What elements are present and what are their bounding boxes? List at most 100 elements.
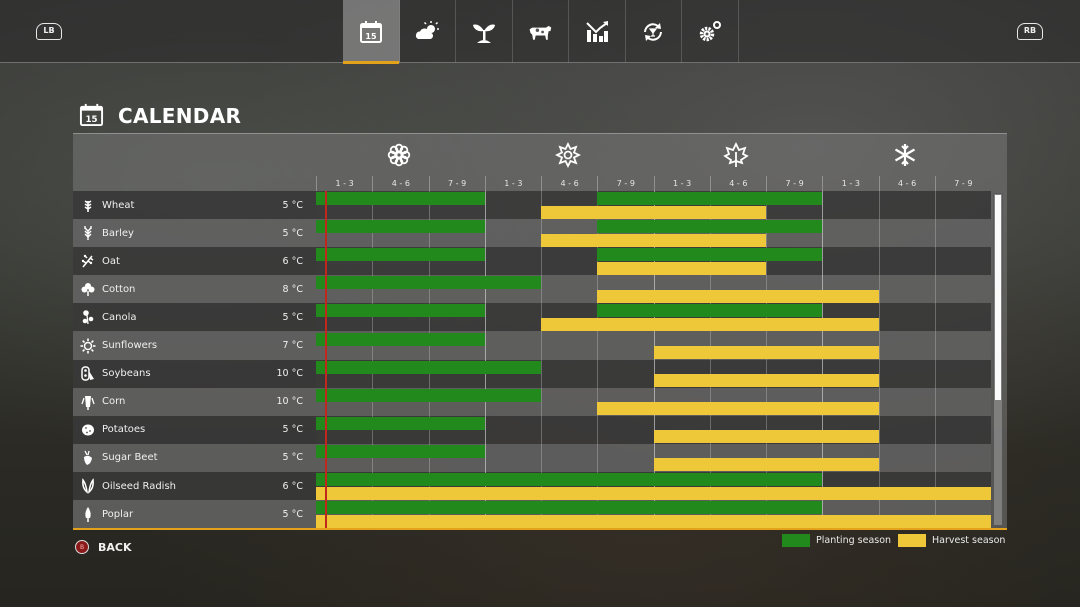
crop-row[interactable]: Oat 6 °C xyxy=(73,247,316,276)
column-divider xyxy=(878,191,880,528)
poplar-icon xyxy=(85,507,91,523)
period-label: 4 - 6 xyxy=(372,176,428,191)
period-header-row: 1 - 34 - 67 - 91 - 34 - 67 - 91 - 34 - 6… xyxy=(316,176,991,191)
oat-icon xyxy=(81,255,94,268)
planting-season-bar xyxy=(316,276,541,290)
weather-icon xyxy=(416,20,440,39)
calendar-title-icon: 15 xyxy=(79,103,104,127)
b-button-icon: B xyxy=(75,540,89,554)
svg-text:15: 15 xyxy=(365,32,377,41)
crop-name: Sunflowers xyxy=(102,340,158,352)
crop-min-temperature: 8 °C xyxy=(282,283,303,295)
menu-tabs: 15 xyxy=(343,0,739,64)
column-divider xyxy=(822,191,824,528)
harvest-season-bar xyxy=(316,514,991,528)
crop-name: Oat xyxy=(102,255,120,267)
crop-name: Oilseed Radish xyxy=(102,480,176,492)
planting-season-bar xyxy=(597,220,823,234)
tab-crops[interactable] xyxy=(456,0,513,63)
harvest-season-bar xyxy=(541,317,879,331)
spring-flower-icon xyxy=(387,143,411,167)
column-divider xyxy=(934,191,936,528)
harvest-season-bar xyxy=(541,205,766,219)
tab-weather[interactable] xyxy=(400,0,456,63)
planting-season-bar xyxy=(316,192,485,205)
planting-season-bar xyxy=(316,332,485,346)
crop-row[interactable]: Cotton 8 °C xyxy=(73,275,316,304)
harvest-season-bar xyxy=(597,402,879,416)
tab-calendar[interactable]: 15 xyxy=(343,0,400,64)
scrollbar-thumb[interactable] xyxy=(995,195,1001,401)
period-label: 1 - 3 xyxy=(653,176,710,191)
crop-row[interactable]: Soybeans 10 °C xyxy=(73,359,316,388)
cotton-icon xyxy=(81,283,95,297)
season-grid xyxy=(316,191,991,529)
crop-row[interactable]: Canola 5 °C xyxy=(73,303,316,332)
crop-min-temperature: 7 °C xyxy=(282,340,303,352)
period-label: 4 - 6 xyxy=(878,176,935,191)
crop-row[interactable]: Sunflowers 7 °C xyxy=(73,331,316,360)
crop-name: Cotton xyxy=(102,283,136,295)
harvest-season-bar xyxy=(653,374,879,388)
gears-icon xyxy=(699,20,721,41)
panel-accent-line xyxy=(73,528,1007,530)
period-label: 1 - 3 xyxy=(316,176,372,191)
canola-icon xyxy=(82,310,94,325)
harvest-season-bar xyxy=(597,289,879,303)
back-button[interactable]: B BACK xyxy=(75,540,132,554)
planting-season-bar xyxy=(316,248,485,262)
crop-name: Canola xyxy=(102,311,137,323)
top-navigation-bar: LB 15 RB xyxy=(0,0,1080,64)
crop-name: Wheat xyxy=(102,199,135,211)
harvest-season-bar xyxy=(541,233,766,247)
crop-min-temperature: 5 °C xyxy=(282,199,303,211)
crop-min-temperature: 6 °C xyxy=(282,255,303,267)
crop-row[interactable]: Wheat 5 °C xyxy=(73,191,316,220)
crop-min-temperature: 5 °C xyxy=(282,452,303,464)
wheat-icon xyxy=(84,200,92,213)
crop-row[interactable]: Sugar Beet 5 °C xyxy=(73,443,316,472)
current-date-marker xyxy=(325,191,327,528)
lb-shoulder-button[interactable]: LB xyxy=(36,23,62,40)
sprout-icon xyxy=(472,24,495,43)
period-label: 7 - 9 xyxy=(597,176,653,191)
crop-name: Corn xyxy=(102,396,126,408)
crop-min-temperature: 5 °C xyxy=(282,424,303,436)
tab-contracts[interactable] xyxy=(626,0,682,63)
planting-swatch xyxy=(782,534,810,547)
scrollbar[interactable] xyxy=(993,193,1003,526)
harvest-swatch xyxy=(898,534,926,547)
tab-settings[interactable] xyxy=(682,0,739,63)
harvest-season-bar xyxy=(653,430,879,444)
chart-icon xyxy=(586,20,608,42)
period-label: 7 - 9 xyxy=(428,176,485,191)
barley-icon xyxy=(84,226,92,241)
crop-row[interactable]: Barley 5 °C xyxy=(73,219,316,248)
crop-name: Soybeans xyxy=(102,368,151,380)
rb-shoulder-button[interactable]: RB xyxy=(1017,23,1043,40)
planting-season-bar xyxy=(316,220,485,234)
planting-season-bar xyxy=(316,473,823,486)
radish-icon xyxy=(82,478,94,494)
soybean-icon xyxy=(81,365,94,381)
crop-row[interactable]: Corn 10 °C xyxy=(73,387,316,416)
crop-min-temperature: 5 °C xyxy=(282,311,303,323)
crop-row[interactable]: Oilseed Radish 6 °C xyxy=(73,472,316,501)
planting-season-bar xyxy=(597,248,823,262)
harvest-season-bar xyxy=(653,346,879,359)
planting-season-bar xyxy=(316,416,485,430)
legend-harvest-label: Harvest season xyxy=(932,535,1006,546)
crop-name: Sugar Beet xyxy=(102,452,158,464)
summer-sun-icon xyxy=(555,142,581,168)
tab-animals[interactable] xyxy=(513,0,569,63)
autumn-leaf-icon xyxy=(723,142,749,167)
harvest-season-bar xyxy=(316,486,991,500)
planting-season-bar xyxy=(316,360,541,374)
crop-name: Barley xyxy=(102,227,134,239)
crop-row[interactable]: Poplar 5 °C xyxy=(73,500,316,529)
crop-row[interactable]: Potatoes 5 °C xyxy=(73,415,316,444)
crop-min-temperature: 10 °C xyxy=(276,368,304,380)
tab-prices[interactable] xyxy=(569,0,626,63)
snowflake-icon xyxy=(894,144,916,166)
legend-planting: Planting season xyxy=(782,534,891,547)
